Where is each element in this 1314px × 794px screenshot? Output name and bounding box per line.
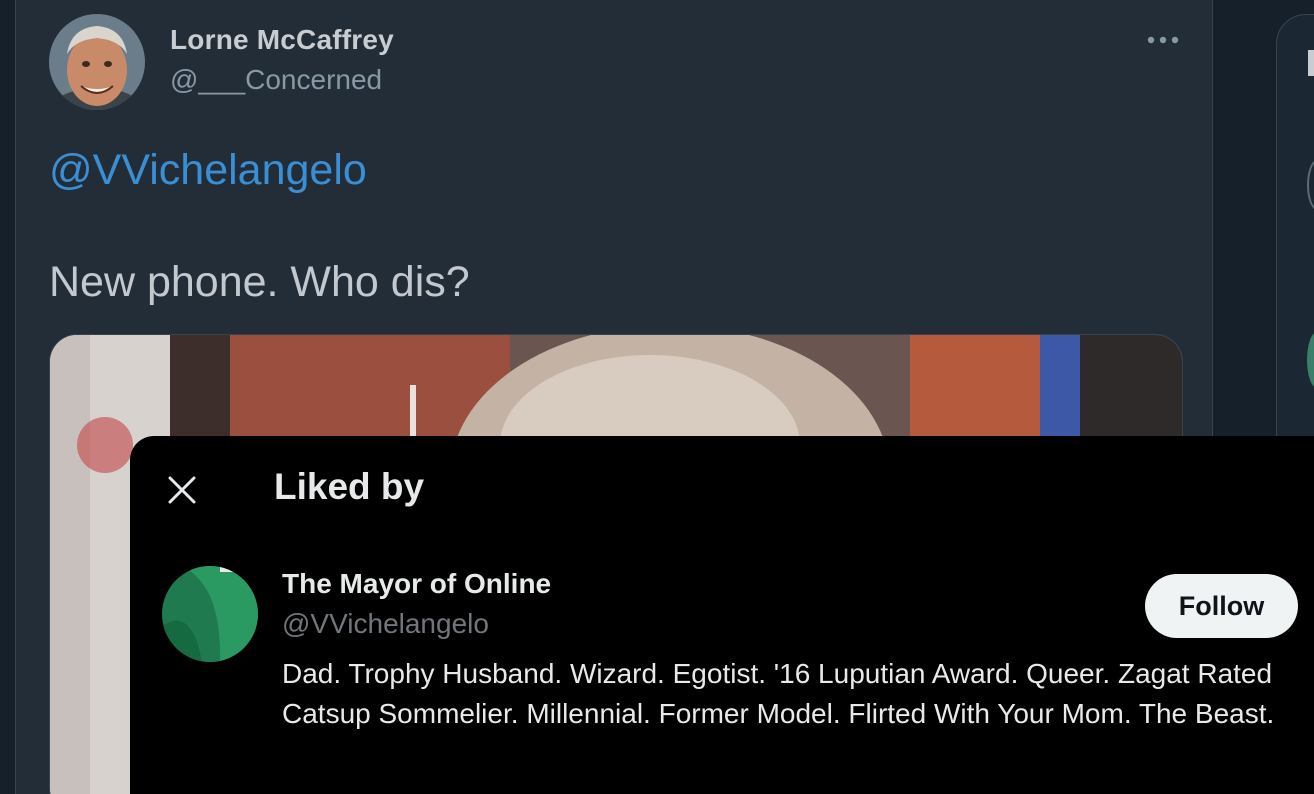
tweet-text: New phone. Who dis?	[49, 258, 470, 306]
user-handle[interactable]: @VVichelangelo	[282, 608, 489, 640]
modal-title: Liked by	[274, 466, 425, 507]
author-name[interactable]: Lorne McCaffrey	[170, 24, 394, 56]
more-horizontal-icon	[1147, 36, 1179, 44]
right-sidebar-text-fragment	[1308, 50, 1314, 76]
page: Lorne McCaffrey @___Concerned @VVichelan…	[0, 0, 1314, 794]
more-options-button[interactable]	[1143, 24, 1183, 56]
author-handle[interactable]: @___Concerned	[170, 64, 382, 96]
close-button[interactable]	[158, 466, 206, 514]
user-bio: Dad. Trophy Husband. Wizard. Egotist. '1…	[282, 658, 1275, 729]
user-avatar[interactable]	[162, 566, 258, 662]
user-name[interactable]: The Mayor of Online	[282, 568, 551, 600]
close-icon	[168, 476, 196, 504]
author-avatar[interactable]	[49, 14, 145, 110]
author-avatar-image	[49, 14, 145, 110]
liked-by-modal: Liked by The Mayor of Online @VVichelang…	[130, 436, 1314, 794]
user-avatar-image	[162, 566, 258, 662]
mention-link[interactable]: @VVichelangelo	[49, 146, 367, 195]
follow-button[interactable]: Follow	[1145, 574, 1298, 638]
